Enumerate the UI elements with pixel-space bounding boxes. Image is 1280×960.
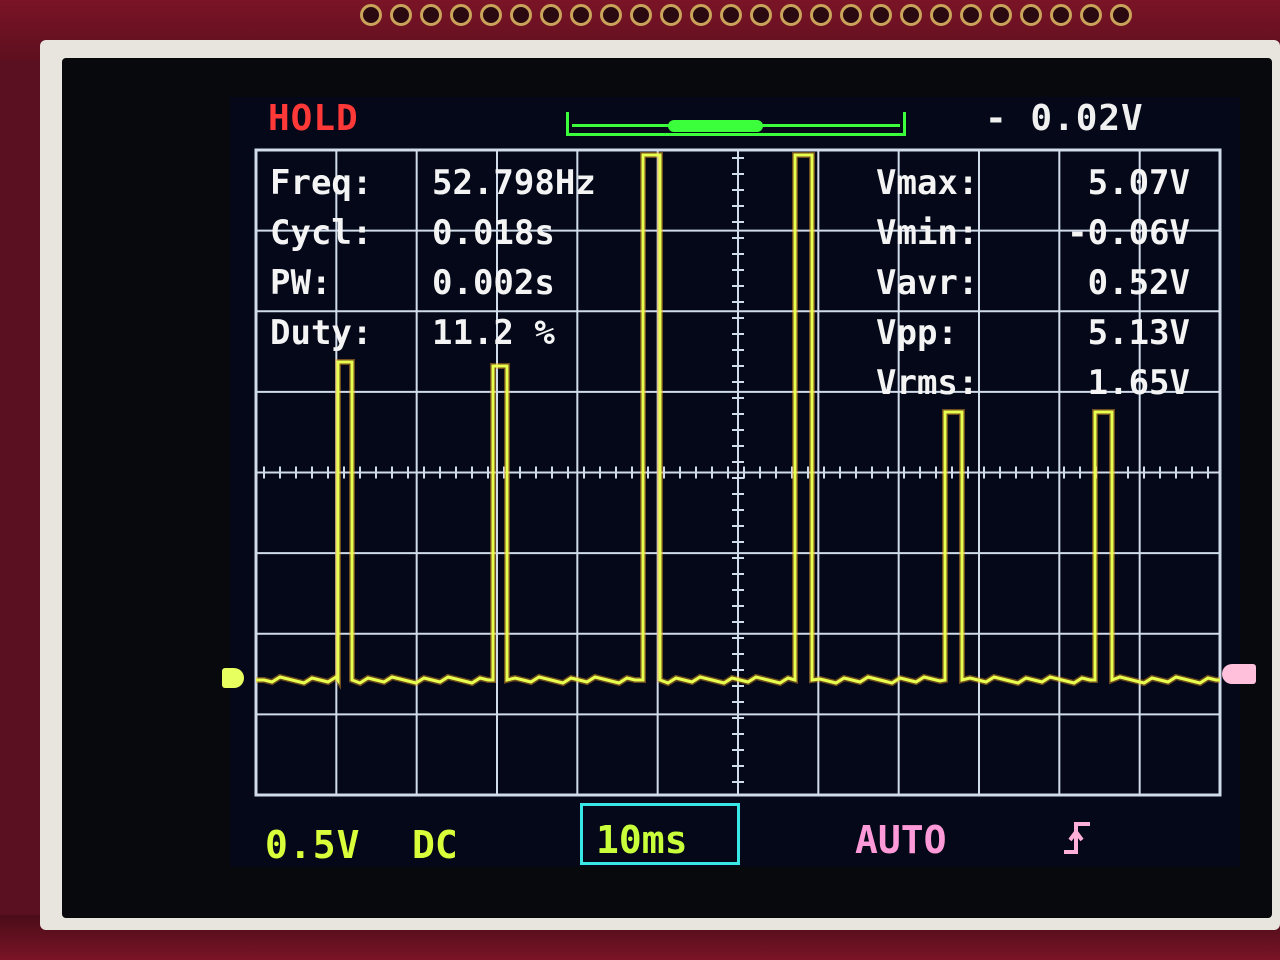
channel-ground-marker[interactable]: [222, 668, 244, 688]
trigger-offset-readout: - 0.02V: [985, 98, 1144, 139]
measure-label-vmin: Vmin:: [876, 213, 979, 253]
measure-label-cycle: Cycl:: [270, 213, 373, 253]
measure-value-vrms: 1.65V: [1087, 363, 1190, 403]
measure-value-duty: 11.2 %: [432, 313, 555, 353]
measure-value-cycle: 0.018s: [432, 213, 555, 253]
measure-value-vmin: -0.06V: [1067, 213, 1190, 253]
measure-label-duty: Duty:: [270, 313, 373, 353]
measure-label-vrms: Vrms:: [876, 363, 979, 403]
measure-value-freq: 52.798Hz: [432, 163, 596, 203]
measure-value-pw: 0.002s: [432, 263, 555, 303]
measure-value-vpp: 5.13V: [1087, 313, 1190, 353]
measure-value-vmax: 5.07V: [1087, 163, 1190, 203]
measure-label-vmax: Vmax:: [876, 163, 979, 203]
memory-window-position[interactable]: [668, 120, 763, 132]
measure-label-pw: PW:: [270, 263, 332, 303]
measure-label-vavr: Vavr:: [876, 263, 979, 303]
timebase-value: 10ms: [596, 818, 688, 862]
trigger-level-marker[interactable]: [1222, 664, 1256, 684]
hold-indicator[interactable]: HOLD: [268, 98, 359, 139]
trigger-mode[interactable]: AUTO: [855, 818, 947, 862]
measure-label-freq: Freq:: [270, 163, 373, 203]
measure-value-vavr: 0.52V: [1087, 263, 1190, 303]
volts-per-div[interactable]: 0.5V: [265, 823, 361, 867]
coupling-mode[interactable]: DC: [412, 823, 458, 867]
trigger-rising-edge-icon[interactable]: [1062, 818, 1094, 858]
measure-label-vpp: Vpp:: [876, 313, 958, 353]
